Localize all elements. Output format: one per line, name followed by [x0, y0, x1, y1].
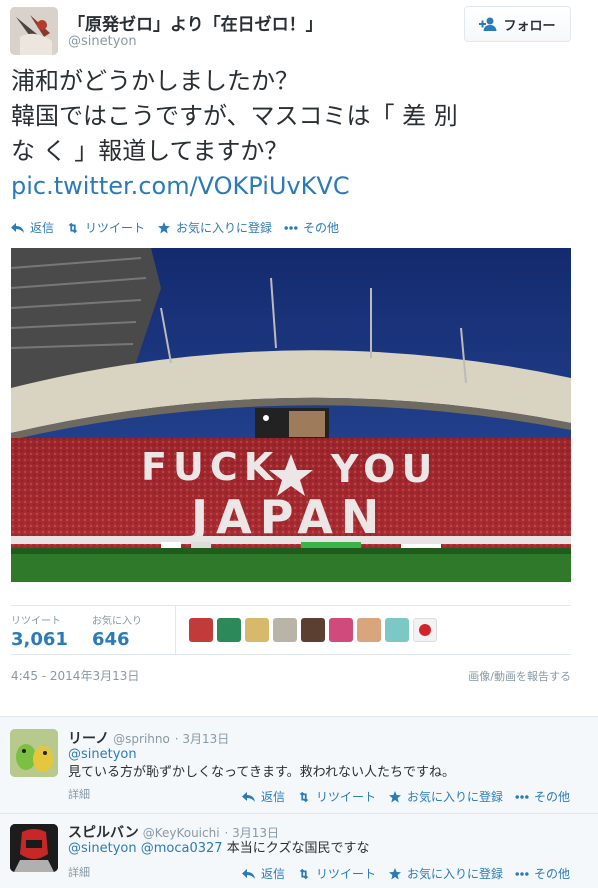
- retweet-icon: [299, 868, 309, 879]
- reply-list: リーノ @sprihno · 3月13日 @sinetyon 見ている方が恥ずかし…: [0, 716, 598, 888]
- author-display-name[interactable]: 「原発ゼロ」より「在日ゼロ！」: [68, 10, 323, 35]
- author-handle[interactable]: @sinetyon: [68, 34, 137, 49]
- reply-avatar[interactable]: [10, 824, 58, 872]
- favorite-count-stat[interactable]: お気に入り 646: [92, 612, 142, 650]
- reply-icon: [241, 791, 255, 802]
- favoriter-avatars: [189, 618, 437, 642]
- retweet-icon: [68, 222, 78, 233]
- reply-text: 見ている方が恥ずかしくなってきます。救われない人たちですね。: [68, 765, 456, 780]
- favorite-label: お気に入りに登録: [406, 790, 503, 804]
- favoriter-avatar[interactable]: [189, 618, 213, 642]
- reply-button[interactable]: 返信: [241, 865, 285, 882]
- tweet-media-link[interactable]: pic.twitter.com/VOKPiUvKVC: [11, 169, 581, 204]
- reply-icon: [241, 868, 255, 879]
- favoriter-avatar[interactable]: [413, 618, 437, 642]
- favorite-icon: [388, 790, 401, 802]
- favoriter-avatar[interactable]: [273, 618, 297, 642]
- reply-icon: [11, 222, 24, 233]
- reply-author: スピルバン @KeyKouichi · 3月13日: [68, 822, 279, 842]
- tweet-text: 浦和がどうかしましたか？ 韓国ではこうですが、マスコミは「 差 別 な く 」報…: [11, 64, 581, 204]
- reply-text: @sinetyon @moca0327 本当にクズな国民ですな: [68, 841, 369, 857]
- more-icon: [515, 794, 529, 799]
- more-button[interactable]: その他: [284, 219, 339, 236]
- favorite-count: 646: [92, 629, 130, 650]
- retweet-label: リツイート: [85, 221, 146, 235]
- favoriter-avatar[interactable]: [357, 618, 381, 642]
- favorite-icon: [388, 867, 401, 879]
- reply-label: 返信: [260, 790, 285, 804]
- reply-mention-text[interactable]: @sinetyon: [68, 747, 137, 762]
- retweet-icon: [299, 791, 309, 802]
- more-icon: [284, 225, 298, 230]
- reply-avatar[interactable]: [10, 729, 58, 777]
- retweet-count-label: リツイート: [11, 616, 61, 627]
- more-label: その他: [533, 867, 570, 881]
- reply-mention[interactable]: @sinetyon: [68, 747, 137, 763]
- more-label: その他: [533, 790, 570, 804]
- svg-text:YOU: YOU: [330, 447, 438, 491]
- stats-divider: [175, 606, 176, 654]
- retweet-button[interactable]: リツイート: [297, 788, 376, 805]
- more-icon: [515, 871, 529, 876]
- retweet-count-stat[interactable]: リツイート 3,061: [11, 612, 68, 650]
- svg-text:JAPAN: JAPAN: [188, 490, 387, 544]
- more-label: その他: [303, 221, 340, 235]
- reply-label: 返信: [30, 221, 55, 235]
- favoriter-avatar[interactable]: [329, 618, 353, 642]
- retweet-button[interactable]: リツイート: [297, 865, 376, 882]
- reply-display-name[interactable]: リーノ: [68, 731, 109, 747]
- tweet-header: 「原発ゼロ」より「在日ゼロ！」 @sinetyon フォロー: [0, 0, 598, 62]
- reply-actions: 返信 リツイート お気に入りに登録 その他: [230, 865, 570, 882]
- favorite-button[interactable]: お気に入りに登録: [157, 219, 272, 236]
- tweet-timestamp: 4:45 - 2014年3月13日: [11, 669, 140, 683]
- author-avatar[interactable]: [10, 7, 58, 55]
- tweet-text-line: 浦和がどうかしましたか？: [11, 67, 299, 95]
- reply-display-name[interactable]: スピルバン: [68, 825, 139, 841]
- follow-label: フォロー: [503, 18, 556, 34]
- favorite-count-label: お気に入り: [92, 616, 142, 627]
- reply-text-body: 本当にクズな国民ですな: [226, 841, 370, 856]
- favorite-button[interactable]: お気に入りに登録: [388, 788, 503, 805]
- report-media-link[interactable]: 画像/動画を報告する: [468, 668, 571, 684]
- tweet-actions: 返信 リツイート お気に入りに登録 その他: [11, 219, 351, 236]
- tweet-stats: リツイート 3,061 お気に入り 646: [11, 605, 571, 655]
- favoriter-avatar[interactable]: [217, 618, 241, 642]
- reply-author: リーノ @sprihno · 3月13日: [68, 728, 229, 748]
- reply-handle[interactable]: @KeyKouichi: [143, 826, 220, 840]
- reply-label: 返信: [260, 867, 285, 881]
- reply-date[interactable]: · 3月13日: [175, 732, 230, 746]
- follow-icon: [479, 17, 497, 31]
- reply-mention-text[interactable]: @sinetyon @moca0327: [68, 841, 223, 856]
- reply-actions: 返信 リツイート お気に入りに登録 その他: [230, 788, 570, 805]
- retweet-count: 3,061: [11, 629, 68, 650]
- favorite-label: お気に入りに登録: [176, 221, 273, 235]
- more-button[interactable]: その他: [515, 865, 570, 882]
- reply-button[interactable]: 返信: [11, 219, 54, 236]
- reply-button[interactable]: 返信: [241, 788, 285, 805]
- tweet-text-line: 韓国ではこうですが、マスコミは「 差 別: [11, 102, 458, 130]
- tweet-media-photo[interactable]: FUCK YOU JAPAN: [11, 248, 571, 582]
- favorite-label: お気に入りに登録: [406, 867, 503, 881]
- favoriter-avatar[interactable]: [245, 618, 269, 642]
- favorite-button[interactable]: お気に入りに登録: [388, 865, 503, 882]
- favoriter-avatar[interactable]: [301, 618, 325, 642]
- favorite-icon: [158, 221, 171, 233]
- reply-detail-link[interactable]: 詳細: [68, 864, 90, 880]
- reply-date[interactable]: · 3月13日: [224, 826, 279, 840]
- retweet-label: リツイート: [315, 790, 376, 804]
- follow-button[interactable]: フォロー: [464, 6, 571, 42]
- svg-text:FUCK: FUCK: [141, 445, 279, 489]
- reply-handle[interactable]: @sprihno: [113, 732, 170, 746]
- retweet-label: リツイート: [315, 867, 376, 881]
- retweet-button[interactable]: リツイート: [66, 219, 145, 236]
- more-button[interactable]: その他: [515, 788, 570, 805]
- reply-detail-link[interactable]: 詳細: [68, 786, 90, 802]
- reply-separator: [0, 813, 598, 814]
- favoriter-avatar[interactable]: [385, 618, 409, 642]
- tweet-text-line: な く 」報道してますか？: [11, 137, 289, 165]
